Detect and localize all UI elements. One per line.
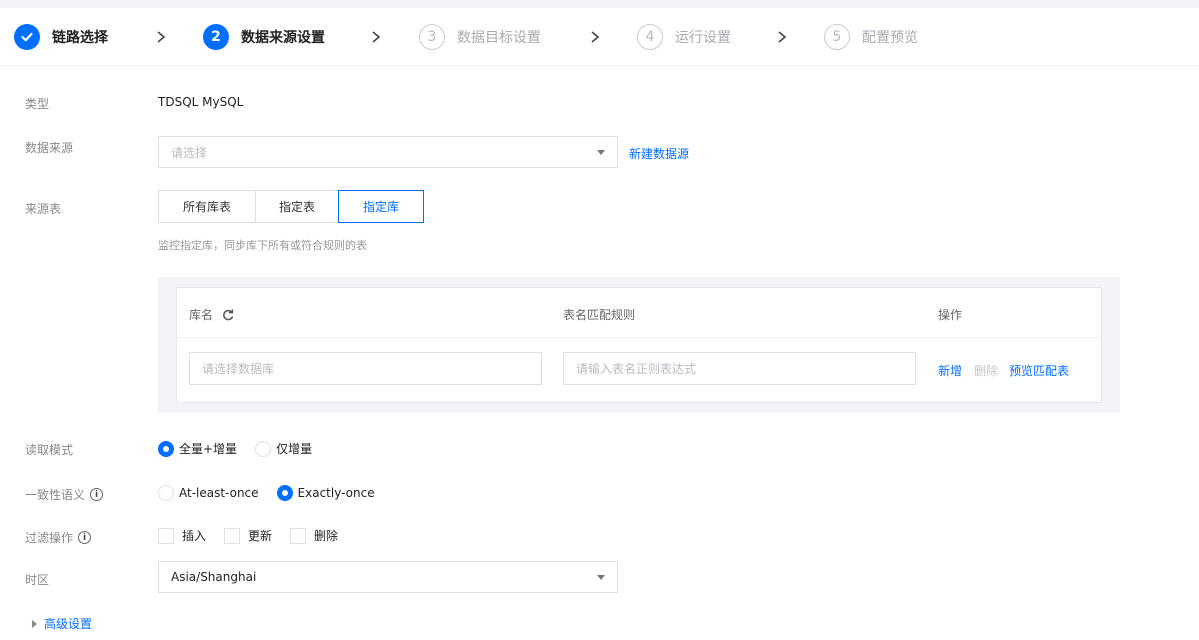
- checkbox-insert-box[interactable]: [158, 527, 174, 544]
- step-4-number: 4: [637, 24, 663, 50]
- step-2-number: 2: [203, 24, 229, 50]
- checkbox-insert[interactable]: 插入: [158, 527, 206, 544]
- source-table-label: 来源表: [25, 202, 62, 216]
- advanced-settings-toggle[interactable]: 高级设置: [32, 615, 92, 632]
- seg-all-tables[interactable]: 所有库表: [158, 190, 256, 223]
- source-label: 数据来源: [25, 141, 74, 155]
- col-db-label: 库名: [189, 308, 214, 322]
- chevron-right-icon: [369, 30, 383, 44]
- source-table-help: 监控指定库，同步库下所有或符合规则的表: [158, 239, 367, 252]
- delete-row-button[interactable]: 删除: [974, 362, 998, 379]
- timezone-value: Asia/Shanghai: [171, 570, 257, 584]
- radio-full-incremental-label: 全量+增量: [179, 442, 238, 456]
- checkbox-delete[interactable]: 删除: [290, 527, 338, 544]
- new-datasource-link[interactable]: 新建数据源: [629, 145, 689, 162]
- checkbox-delete-box[interactable]: [290, 527, 307, 544]
- consistency-label: 一致性语义 i: [25, 486, 104, 503]
- chevron-right-icon: [588, 30, 602, 44]
- advanced-settings-label: 高级设置: [44, 617, 93, 631]
- timezone-label: 时区: [25, 573, 50, 587]
- info-icon[interactable]: i: [78, 531, 92, 544]
- col-db-header: 库名: [189, 306, 235, 323]
- consistency-label-text: 一致性语义: [25, 488, 86, 502]
- checkbox-insert-label: 插入: [182, 529, 207, 543]
- step-5-number: 5: [824, 24, 850, 50]
- seg-specific-table[interactable]: 指定表: [255, 190, 339, 223]
- db-rules-panel: 库名 表名匹配规则 操作 请选择数据库 请输入表名正则表达式 新增 删除 预览匹…: [158, 277, 1120, 413]
- refresh-icon[interactable]: [221, 308, 235, 322]
- step-2[interactable]: 2 数据来源设置: [203, 23, 325, 51]
- table-regex-input[interactable]: 请输入表名正则表达式: [563, 352, 916, 385]
- source-table-segmented: 所有库表 指定表 指定库: [158, 190, 424, 223]
- type-label: 类型: [25, 97, 50, 111]
- step-3[interactable]: 3 数据目标设置: [419, 23, 541, 51]
- seg-specific-db[interactable]: 指定库: [338, 190, 424, 223]
- step-2-label: 数据来源设置: [241, 30, 325, 46]
- checkbox-update-label: 更新: [248, 529, 273, 543]
- step-3-label: 数据目标设置: [457, 30, 541, 46]
- radio-full-incremental[interactable]: 全量+增量: [158, 440, 237, 457]
- step-5-label: 配置预览: [862, 30, 918, 46]
- radio-incremental-only-label: 仅增量: [276, 442, 313, 456]
- caret-down-icon: [597, 575, 605, 580]
- db-rules-table: 库名 表名匹配规则 操作 请选择数据库 请输入表名正则表达式 新增 删除 预览匹…: [176, 287, 1102, 403]
- chevron-right-icon: [154, 30, 168, 44]
- step-3-number: 3: [419, 24, 445, 50]
- filter-label-text: 过滤操作: [25, 531, 74, 545]
- source-select-placeholder: 请选择: [171, 145, 208, 160]
- type-value: TDSQL MySQL: [158, 95, 244, 109]
- steps-bar: 链路选择 2 数据来源设置 3 数据目标设置 4 运行设置 5 配置预览: [0, 8, 1199, 66]
- consistency-radios: At-least-once Exactly-once: [158, 485, 393, 501]
- table-header-divider: [177, 337, 1101, 338]
- filter-checkboxes: 插入 更新 删除: [158, 527, 356, 544]
- timezone-select[interactable]: Asia/Shanghai: [158, 561, 618, 593]
- checkbox-update[interactable]: 更新: [224, 527, 272, 544]
- step-5[interactable]: 5 配置预览: [824, 23, 918, 51]
- checkbox-delete-label: 删除: [314, 529, 339, 543]
- radio-incremental-only-dot[interactable]: [255, 440, 272, 457]
- radio-exactly-once-label: Exactly-once: [297, 486, 375, 500]
- caret-right-icon: [32, 619, 37, 628]
- db-select-input[interactable]: 请选择数据库: [189, 352, 542, 385]
- form-card: 链路选择 2 数据来源设置 3 数据目标设置 4 运行设置 5 配置预览 类型 …: [0, 8, 1199, 640]
- source-select[interactable]: 请选择: [158, 136, 618, 168]
- caret-down-icon: [597, 150, 605, 155]
- radio-full-incremental-dot[interactable]: [158, 440, 174, 457]
- info-icon[interactable]: i: [90, 488, 104, 501]
- preview-tables-button[interactable]: 预览匹配表: [1009, 362, 1069, 379]
- chevron-right-icon: [775, 30, 789, 44]
- read-mode-radios: 全量+增量 仅增量: [158, 440, 330, 457]
- radio-incremental-only[interactable]: 仅增量: [255, 440, 312, 457]
- add-row-button[interactable]: 新增: [938, 362, 962, 379]
- col-ops-header: 操作: [938, 308, 963, 322]
- step-4[interactable]: 4 运行设置: [637, 23, 731, 51]
- radio-at-least-once-dot[interactable]: [158, 485, 174, 501]
- radio-at-least-once-label: At-least-once: [179, 486, 259, 500]
- radio-exactly-once-dot[interactable]: [276, 485, 293, 501]
- read-mode-label: 读取模式: [25, 443, 74, 457]
- filter-label: 过滤操作 i: [25, 529, 92, 546]
- step-1-label: 链路选择: [52, 30, 108, 46]
- col-rule-header: 表名匹配规则: [563, 308, 636, 322]
- checkbox-update-box[interactable]: [224, 527, 241, 544]
- step-4-label: 运行设置: [675, 30, 731, 46]
- radio-exactly-once[interactable]: Exactly-once: [276, 485, 375, 501]
- radio-at-least-once[interactable]: At-least-once: [158, 485, 259, 501]
- step-1[interactable]: 链路选择: [14, 23, 108, 51]
- check-icon: [14, 24, 40, 50]
